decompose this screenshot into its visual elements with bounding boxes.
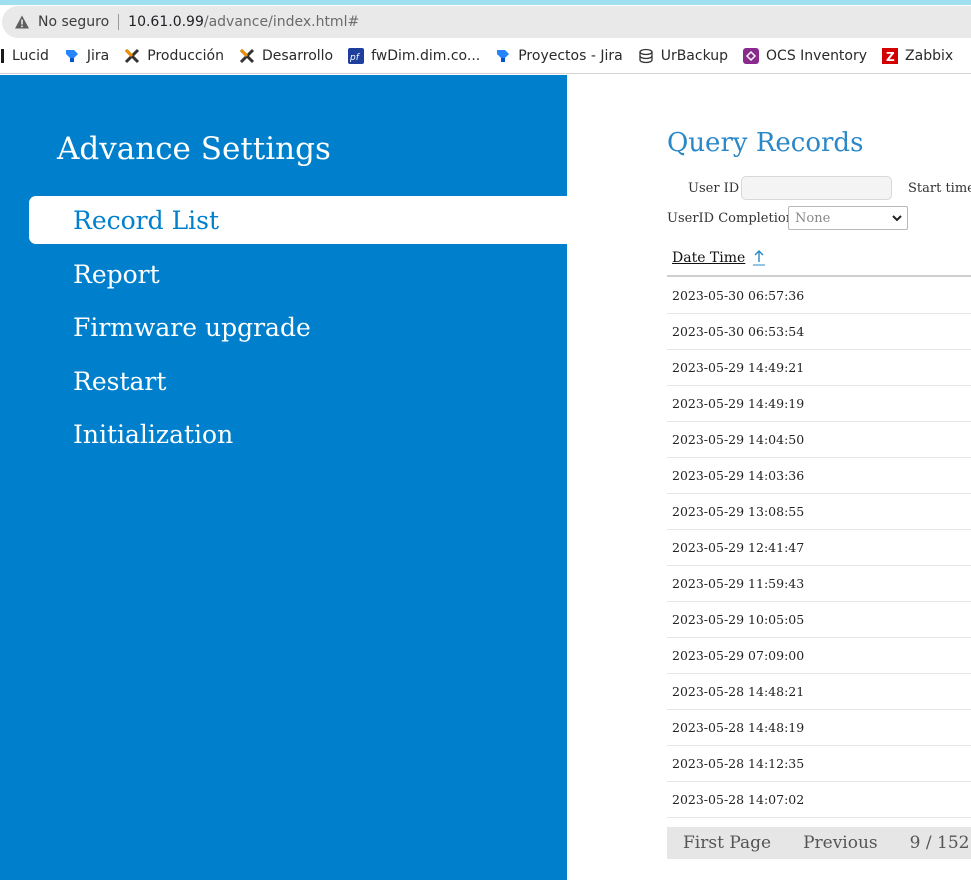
table-row: 2023-05-29 11:59:43 bbox=[667, 566, 971, 602]
bookmark-desarrollo[interactable]: Desarrollo bbox=[239, 48, 333, 64]
table-row: 2023-05-29 14:49:19 bbox=[667, 386, 971, 422]
column-header-date-time[interactable]: Date Time bbox=[672, 250, 745, 266]
table-row: 2023-05-30 06:53:54 bbox=[667, 314, 971, 350]
table-row: 2023-05-29 14:03:36 bbox=[667, 458, 971, 494]
bookmark-label: Jira bbox=[86, 48, 110, 64]
table-row: 2023-05-29 10:05:05 bbox=[667, 602, 971, 638]
jira-icon bbox=[495, 48, 511, 64]
pf-icon: pf bbox=[348, 48, 365, 64]
database-icon bbox=[638, 48, 654, 64]
nav-item-restart[interactable]: Restart bbox=[29, 357, 567, 405]
records-table: 2023-05-30 06:57:36 2023-05-30 06:53:54 … bbox=[667, 278, 971, 818]
table-row: 2023-05-28 14:48:21 bbox=[667, 674, 971, 710]
userid-completion-label: UserID Completion bbox=[667, 211, 795, 226]
table-row: 2023-05-29 14:49:21 bbox=[667, 350, 971, 386]
first-page-button[interactable]: First Page bbox=[683, 833, 771, 853]
page-title: Query Records bbox=[667, 128, 864, 158]
nav-item-record-list[interactable]: Record List bbox=[29, 196, 567, 244]
bookmark-label: Lucid bbox=[12, 48, 49, 64]
table-header-divider bbox=[667, 275, 971, 277]
table-row: 2023-05-28 14:48:19 bbox=[667, 710, 971, 746]
ocs-icon bbox=[743, 48, 760, 64]
nav-item-initialization[interactable]: Initialization bbox=[29, 410, 567, 458]
security-label[interactable]: No seguro bbox=[38, 14, 109, 30]
table-row: 2023-05-28 14:12:35 bbox=[667, 746, 971, 782]
url-path[interactable]: /advance/index.html# bbox=[204, 14, 359, 30]
table-row: 2023-05-28 14:07:02 bbox=[667, 782, 971, 818]
main-content: Query Records User ID Start time UserID … bbox=[567, 75, 971, 880]
lucid-icon bbox=[0, 48, 5, 64]
bookmark-label: UrBackup bbox=[660, 48, 729, 64]
bookmark-produccion[interactable]: Producción bbox=[124, 48, 224, 64]
bookmark-label: Desarrollo bbox=[261, 48, 334, 64]
bookmark-label: fwDim.dim.co... bbox=[371, 48, 481, 64]
bookmarks-bar: Lucid Jira Producción Desarrollo pf fwDi… bbox=[0, 40, 971, 72]
sidebar-title: Advance Settings bbox=[57, 131, 331, 167]
bookmark-label: Zabbix bbox=[905, 48, 954, 64]
x-logo-icon bbox=[239, 48, 255, 64]
bookmark-jira[interactable]: Jira bbox=[64, 48, 109, 64]
nav-item-report[interactable]: Report bbox=[29, 250, 567, 298]
bookmark-lucid[interactable]: Lucid bbox=[0, 48, 49, 64]
bookmark-ocs-inventory[interactable]: OCS Inventory bbox=[743, 48, 867, 64]
pagination: First Page Previous 9 / 152 bbox=[667, 827, 971, 859]
table-row: 2023-05-29 13:08:55 bbox=[667, 494, 971, 530]
address-bar[interactable]: No seguro 10.61.0.99/advance/index.html# bbox=[2, 6, 971, 38]
sort-ascending-icon[interactable] bbox=[752, 248, 766, 266]
select-value: None bbox=[795, 210, 831, 226]
bookmark-label: Producción bbox=[147, 48, 224, 64]
start-time-label: Start time bbox=[908, 181, 971, 196]
bookmark-urbackup[interactable]: UrBackup bbox=[638, 48, 728, 64]
bookmark-proyectos-jira[interactable]: Proyectos - Jira bbox=[495, 48, 623, 64]
page-indicator: 9 / 152 bbox=[909, 833, 970, 853]
zabbix-icon: Z bbox=[882, 48, 899, 64]
table-row: 2023-05-29 12:41:47 bbox=[667, 530, 971, 566]
jira-icon bbox=[64, 48, 80, 64]
previous-page-button[interactable]: Previous bbox=[803, 833, 878, 853]
sidebar: Advance Settings Record List Report Firm… bbox=[0, 75, 567, 880]
bookmarks-divider bbox=[0, 73, 971, 74]
bookmark-zabbix[interactable]: Z Zabbix bbox=[882, 48, 953, 64]
url-host[interactable]: 10.61.0.99 bbox=[128, 14, 204, 30]
userid-completion-select[interactable]: None bbox=[788, 206, 908, 230]
table-row: 2023-05-29 14:04:50 bbox=[667, 422, 971, 458]
table-row: 2023-05-30 06:57:36 bbox=[667, 278, 971, 314]
bookmark-fwdim[interactable]: pf fwDim.dim.co... bbox=[348, 48, 480, 64]
svg-text:Z: Z bbox=[886, 50, 895, 64]
user-id-label: User ID bbox=[688, 181, 740, 196]
x-logo-icon bbox=[124, 48, 140, 64]
chevron-down-icon bbox=[891, 211, 903, 225]
user-id-input[interactable] bbox=[741, 176, 892, 200]
address-separator bbox=[118, 14, 120, 30]
browser-top-accent bbox=[0, 0, 971, 5]
nav-item-firmware-upgrade[interactable]: Firmware upgrade bbox=[29, 303, 567, 351]
table-row: 2023-05-29 07:09:00 bbox=[667, 638, 971, 674]
warning-icon[interactable] bbox=[14, 14, 30, 30]
bookmark-label: OCS Inventory bbox=[766, 48, 868, 64]
bookmark-label: Proyectos - Jira bbox=[518, 48, 623, 64]
